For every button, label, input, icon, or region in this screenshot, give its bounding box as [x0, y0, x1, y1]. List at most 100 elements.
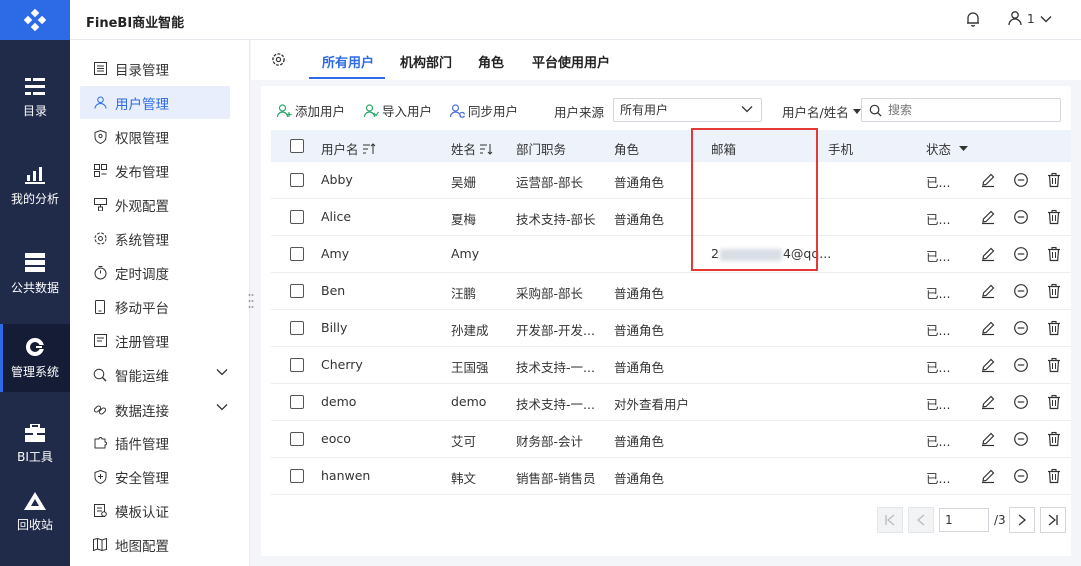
column-header-name[interactable]: 姓名: [451, 139, 493, 158]
sort-icon[interactable]: [479, 143, 493, 155]
chevron-down-icon[interactable]: [216, 403, 228, 411]
delete-icon[interactable]: [1046, 209, 1062, 225]
edit-icon[interactable]: [980, 394, 996, 410]
delete-icon[interactable]: [1046, 172, 1062, 188]
column-header-status[interactable]: 状态: [926, 139, 969, 158]
sidebar-item-system[interactable]: 系统管理: [80, 222, 230, 255]
row-checkbox[interactable]: [290, 284, 304, 298]
rail-label: 目录: [22, 103, 47, 118]
edit-icon[interactable]: [980, 468, 996, 484]
row-checkbox[interactable]: [290, 358, 304, 372]
tab-bar: [251, 40, 1081, 80]
delete-icon[interactable]: [1046, 320, 1062, 336]
table-row[interactable]: [271, 162, 1071, 199]
resize-handle-icon[interactable]: [248, 293, 254, 311]
edit-icon[interactable]: [980, 431, 996, 447]
table-row[interactable]: [271, 236, 1071, 273]
sidebar-item-plugins[interactable]: 插件管理: [80, 426, 230, 459]
search-box[interactable]: [861, 98, 1061, 122]
delete-icon[interactable]: [1046, 283, 1062, 299]
tab-platform-users[interactable]: 平台使用用户: [532, 52, 610, 71]
sidebar-item-map[interactable]: 地图配置: [80, 528, 230, 561]
row-checkbox[interactable]: [290, 210, 304, 224]
settings-icon[interactable]: [271, 52, 286, 67]
table-row[interactable]: [271, 347, 1071, 384]
sidebar-item-mobile[interactable]: 移动平台: [80, 290, 230, 323]
sidebar-item-data-connection[interactable]: 数据连接: [80, 393, 230, 426]
row-checkbox[interactable]: [290, 432, 304, 446]
row-checkbox[interactable]: [290, 321, 304, 335]
next-page-button[interactable]: [1009, 507, 1035, 533]
sidebar-item-publish[interactable]: 发布管理: [80, 154, 230, 187]
delete-icon[interactable]: [1046, 357, 1062, 373]
table-row[interactable]: [271, 421, 1071, 458]
table-row[interactable]: [271, 458, 1071, 495]
sidebar-item-catalog[interactable]: 目录管理: [80, 52, 230, 85]
sidebar-item-users[interactable]: 用户管理: [80, 86, 230, 119]
sidebar-item-schedule[interactable]: 定时调度: [80, 256, 230, 289]
search-input[interactable]: [888, 101, 1053, 119]
disable-icon[interactable]: [1013, 468, 1029, 484]
edit-icon[interactable]: [980, 283, 996, 299]
sort-icon[interactable]: [362, 142, 376, 155]
rail-item-my-analysis[interactable]: 我的分析: [0, 152, 70, 220]
source-select[interactable]: 所有用户: [613, 98, 762, 122]
delete-icon[interactable]: [1046, 246, 1062, 262]
disable-icon[interactable]: [1013, 320, 1029, 336]
table-row[interactable]: [271, 199, 1071, 236]
app-logo[interactable]: [0, 0, 70, 40]
cell-username: Ben: [321, 283, 346, 298]
table-row[interactable]: [271, 273, 1071, 310]
sidebar-item-appearance[interactable]: 外观配置: [80, 188, 230, 221]
delete-icon[interactable]: [1046, 394, 1062, 410]
edit-icon[interactable]: [980, 209, 996, 225]
prev-page-button[interactable]: [908, 507, 934, 533]
page-number-input[interactable]: 1: [939, 508, 989, 532]
tab-departments[interactable]: 机构部门: [400, 52, 452, 71]
table-row[interactable]: [271, 310, 1071, 347]
row-checkbox[interactable]: [290, 247, 304, 261]
edit-icon[interactable]: [980, 357, 996, 373]
disable-icon[interactable]: [1013, 357, 1029, 373]
disable-icon[interactable]: [1013, 172, 1029, 188]
rail-item-admin[interactable]: 管理系统: [0, 324, 70, 392]
sidebar-item-register[interactable]: 注册管理: [80, 324, 230, 357]
edit-icon[interactable]: [980, 246, 996, 262]
edit-icon[interactable]: [980, 320, 996, 336]
column-header-username[interactable]: 用户名: [321, 139, 376, 158]
user-menu[interactable]: 1: [1008, 11, 1052, 26]
map-icon: [93, 538, 107, 552]
rail-item-recycle[interactable]: 回收站: [0, 478, 70, 546]
first-page-button[interactable]: [877, 507, 903, 533]
last-page-button[interactable]: [1040, 507, 1066, 533]
sidebar-item-template-cert[interactable]: 模板认证: [80, 494, 230, 527]
chevron-down-icon[interactable]: [216, 368, 228, 376]
import-user-button[interactable]: 导入用户: [364, 101, 432, 120]
add-user-button[interactable]: 添加用户: [277, 101, 345, 120]
rail-item-bi-tools[interactable]: BI工具: [0, 410, 70, 478]
delete-icon[interactable]: [1046, 431, 1062, 447]
sidebar-item-security[interactable]: 安全管理: [80, 460, 230, 493]
row-checkbox[interactable]: [290, 469, 304, 483]
source-select-value: 所有用户: [620, 103, 669, 117]
tab-roles[interactable]: 角色: [478, 52, 504, 71]
disable-icon[interactable]: [1013, 394, 1029, 410]
disable-icon[interactable]: [1013, 246, 1029, 262]
sidebar-item-permissions[interactable]: 权限管理: [80, 120, 230, 153]
tab-all-users[interactable]: 所有用户: [322, 52, 374, 71]
row-checkbox[interactable]: [290, 395, 304, 409]
rail-item-public-data[interactable]: 公共数据: [0, 240, 70, 308]
delete-icon[interactable]: [1046, 468, 1062, 484]
disable-icon[interactable]: [1013, 431, 1029, 447]
filter-field-dropdown[interactable]: 用户名/姓名: [782, 102, 861, 121]
bell-icon[interactable]: [965, 11, 981, 27]
select-all-checkbox[interactable]: [290, 139, 304, 153]
rail-item-catalog[interactable]: 目录: [0, 64, 70, 132]
sidebar-item-ops[interactable]: 智能运维: [80, 358, 230, 391]
disable-icon[interactable]: [1013, 283, 1029, 299]
column-header-dept: 部门职务: [516, 142, 567, 157]
disable-icon[interactable]: [1013, 209, 1029, 225]
edit-icon[interactable]: [980, 172, 996, 188]
sync-user-button[interactable]: 同步用户: [450, 101, 518, 120]
row-checkbox[interactable]: [290, 173, 304, 187]
